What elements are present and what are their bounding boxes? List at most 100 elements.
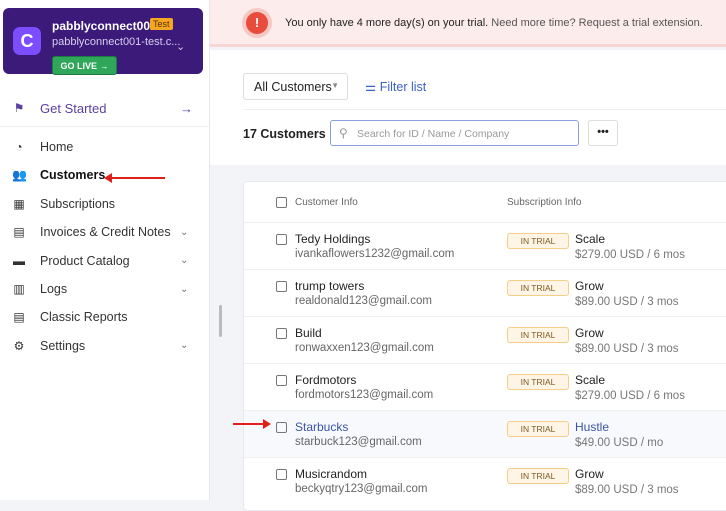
plan-name[interactable]: Grow [575,467,604,481]
chevron-down-icon[interactable]: ⌄ [180,255,188,266]
dashboard-icon: ◔ [15,140,23,154]
customer-name[interactable]: Starbucks [295,420,348,434]
account-switcher[interactable]: C pabblyconnect001 Test pabblyconnect001… [3,8,203,75]
customer-name[interactable]: Musicrandom [295,467,367,481]
sidebar-item-label: Subscriptions [40,196,116,211]
sidebar-item-classic-reports[interactable]: ▤ Classic Reports [0,304,210,330]
customer-name[interactable]: Tedy Holdings [295,232,370,246]
account-url: pabblyconnect001-test.c... [52,36,181,48]
sidebar-item-get-started[interactable]: ⚑ Get Started → [0,95,210,121]
plan-price: $279.00 USD / 6 mos [575,390,685,402]
trial-message: You only have 4 more day(s) on your tria… [285,17,703,29]
row-checkbox[interactable] [276,375,287,386]
filter-list-button[interactable]: ⚌ Filter list [365,79,426,94]
sidebar-item-label: Get Started [40,100,107,116]
go-live-button[interactable]: GO LIVE → [52,56,117,75]
chevron-down-icon[interactable]: ⌄ [180,340,188,351]
table-row[interactable]: Fordmotors fordmotors123@gmail.com IN TR… [244,363,726,410]
table-row[interactable]: Tedy Holdings ivankaflowers1232@gmail.co… [244,222,726,269]
customer-email: ivankaflowers1232@gmail.com [295,248,455,260]
plan-name[interactable]: Hustle [575,420,609,434]
customer-email: starbuck123@gmail.com [295,436,422,448]
table-row[interactable]: trump towers realdonald123@gmail.com IN … [244,269,726,316]
sidebar-item-label: Customers [40,168,106,183]
scrollbar[interactable] [219,305,222,337]
plan-name[interactable]: Grow [575,326,604,340]
customer-email: ronwaxxen123@gmail.com [295,342,434,354]
caret-down-icon: ▼ [331,81,339,90]
toolbar: All Customers ▼ ⚌ Filter list 17 Customer… [210,50,726,165]
row-checkbox[interactable] [276,328,287,339]
customer-email: realdonald123@gmail.com [295,295,432,307]
alert-icon: ! [246,12,268,34]
plan-name[interactable]: Scale [575,373,605,387]
status-badge: IN TRIAL [507,421,569,437]
sidebar-item-home[interactable]: ◔ Home [0,134,210,160]
status-badge: IN TRIAL [507,468,569,484]
sidebar-item-label: Logs [40,282,68,296]
sidebar-item-logs[interactable]: ▥ Logs ⌄ [0,276,210,302]
customer-name[interactable]: Build [295,326,322,340]
trial-banner: ! You only have 4 more day(s) on your tr… [210,0,726,47]
plan-price: $89.00 USD / 3 mos [575,296,679,308]
plan-price: $49.00 USD / mo [575,437,664,449]
table-row[interactable]: Musicrandom beckyqtry123@gmail.com IN TR… [244,457,726,504]
invoice-icon: ▤ [13,225,25,240]
clipboard-icon: ▥ [13,282,25,296]
customer-email: beckyqtry123@gmail.com [295,483,428,495]
sidebar-item-label: Settings [40,338,86,353]
select-all-checkbox[interactable] [276,197,287,208]
sidebar-item-invoices-credit-notes[interactable]: ▤ Invoices & Credit Notes ⌄ [0,219,210,245]
divider [0,126,210,127]
customer-view-select[interactable]: All Customers ▼ [243,73,348,100]
chevron-down-icon[interactable]: ⌄ [180,284,188,295]
test-badge: Test [150,18,173,30]
row-checkbox[interactable] [276,469,287,480]
plan-price: $89.00 USD / 3 mos [575,343,679,355]
sidebar-item-subscriptions[interactable]: ▦ Subscriptions [0,191,210,217]
box-icon: ▬ [13,253,25,268]
search-icon: ⚲ [339,126,348,140]
status-badge: IN TRIAL [507,233,569,249]
sidebar-item-label: Classic Reports [40,310,128,325]
sidebar-item-label: Product Catalog [40,253,130,268]
sidebar-item-label: Home [40,140,74,154]
status-badge: IN TRIAL [507,280,569,296]
filter-icon: ⚌ [365,80,377,94]
chevron-down-icon[interactable]: ⌄ [180,227,188,238]
report-icon: ▤ [13,310,25,325]
calendar-clock-icon: ▦ [13,196,25,211]
sidebar: C pabblyconnect001 Test pabblyconnect001… [0,0,210,500]
customer-email: fordmotors123@gmail.com [295,389,434,401]
annotation-arrow [104,173,165,183]
divider [243,109,726,110]
trial-extension-link[interactable]: Need more time? Request a trial extensio… [488,17,703,29]
status-badge: IN TRIAL [507,327,569,343]
row-checkbox[interactable] [276,422,287,433]
row-checkbox[interactable] [276,234,287,245]
sidebar-item-settings[interactable]: ⚙ Settings ⌄ [0,333,210,359]
plan-name[interactable]: Scale [575,232,605,246]
customers-table: Customer Info Subscription Info Tedy Hol… [243,181,726,511]
plan-name[interactable]: Grow [575,279,604,293]
gear-icon: ⚙ [13,338,25,353]
flag-icon: ⚑ [13,101,25,115]
more-options-button[interactable]: ••• [588,120,618,146]
chevron-down-icon[interactable]: ⌄ [176,40,185,53]
sidebar-item-product-catalog[interactable]: ▬ Product Catalog ⌄ [0,248,210,274]
table-row[interactable]: Build ronwaxxen123@gmail.com IN TRIAL Gr… [244,316,726,363]
customer-count: 17 Customers [243,127,326,141]
row-checkbox[interactable] [276,281,287,292]
annotation-arrow [233,419,271,429]
table-row[interactable]: Starbucks starbuck123@gmail.com IN TRIAL… [244,410,726,457]
plan-price: $89.00 USD / 3 mos [575,484,679,496]
column-header: Customer Info [295,197,358,208]
users-icon: 👥 [12,168,27,183]
status-badge: IN TRIAL [507,374,569,390]
customer-name[interactable]: trump towers [295,279,364,293]
account-name: pabblyconnect001 [52,19,157,33]
plan-price: $279.00 USD / 6 mos [575,249,685,261]
app-logo: C [13,27,41,55]
search-input[interactable]: ⚲ Search for ID / Name / Company [330,120,579,146]
customer-name[interactable]: Fordmotors [295,373,356,387]
